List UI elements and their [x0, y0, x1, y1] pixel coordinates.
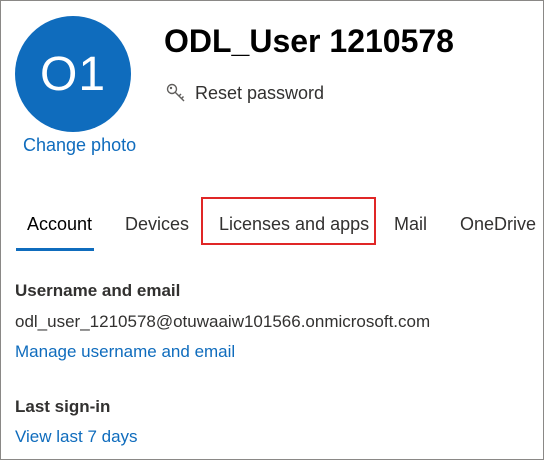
reset-password-label: Reset password	[195, 82, 325, 103]
change-photo-link[interactable]: Change photo	[23, 135, 136, 156]
key-icon	[165, 82, 187, 104]
manage-username-link[interactable]: Manage username and email	[15, 342, 235, 362]
tab-mail[interactable]: Mail	[394, 214, 427, 235]
view-last-7-days-link[interactable]: View last 7 days	[15, 427, 138, 447]
avatar-initials: O1	[39, 47, 107, 101]
username-heading: Username and email	[15, 281, 181, 300]
tab-bar: Account Devices Licenses and apps Mail O…	[1, 197, 543, 253]
tab-onedrive[interactable]: OneDrive	[460, 214, 536, 235]
avatar: O1	[15, 16, 131, 132]
username-value: odl_user_1210578@otuwaaiw101566.onmicros…	[15, 312, 431, 331]
tab-devices[interactable]: Devices	[125, 214, 189, 235]
tab-account[interactable]: Account	[27, 214, 92, 235]
last-signin-heading: Last sign-in	[15, 397, 111, 416]
highlight-box	[201, 197, 376, 245]
active-tab-indicator	[16, 248, 94, 251]
user-display-name: ODL_User 1210578	[164, 23, 454, 59]
user-details-panel: O1 Change photo ODL_User 1210578 Reset p…	[0, 0, 544, 460]
reset-password-button[interactable]: Reset password	[165, 82, 324, 104]
